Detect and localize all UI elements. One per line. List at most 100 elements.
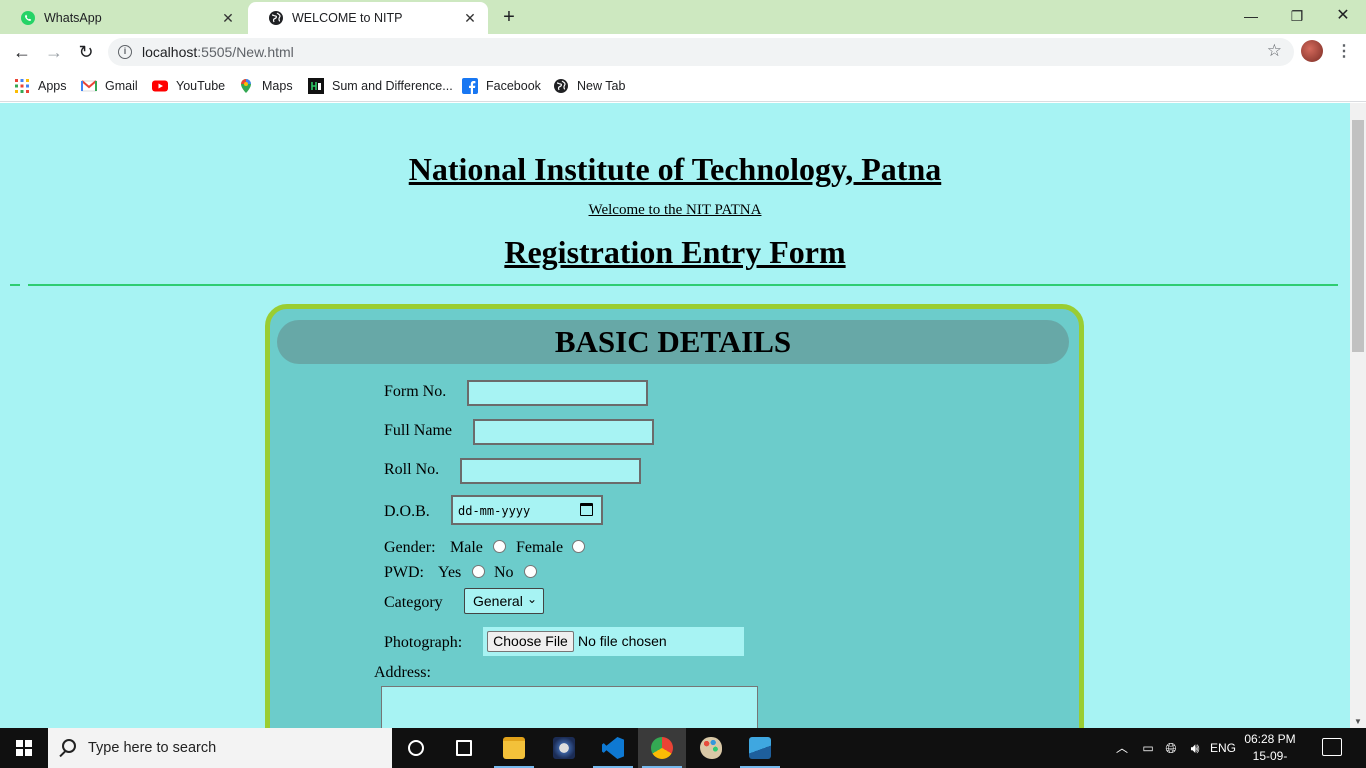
- bookmark-label: Apps: [38, 79, 67, 93]
- gender-female-radio[interactable]: [572, 540, 585, 553]
- reload-icon[interactable]: ↻: [74, 40, 98, 64]
- taskbar-photos[interactable]: [736, 728, 784, 768]
- taskbar-search-box[interactable]: Type here to search: [48, 728, 392, 768]
- tab-whatsapp[interactable]: WhatsApp ✕: [0, 2, 246, 34]
- form-title: Registration Entry Form: [504, 234, 846, 270]
- cortana-button[interactable]: [392, 728, 440, 768]
- tab-title: WELCOME to NITP: [292, 11, 403, 25]
- bookmark-sum-and-difference[interactable]: Sum and Difference...: [308, 76, 453, 96]
- full-name-input[interactable]: [473, 419, 654, 445]
- calendar-icon[interactable]: [580, 503, 593, 516]
- scrollbar-thumb[interactable]: [1352, 120, 1364, 352]
- bookmark-star-icon[interactable]: ☆: [1267, 41, 1282, 61]
- notification-center-icon[interactable]: [1322, 738, 1342, 756]
- battery-icon[interactable]: ▭: [1138, 728, 1158, 768]
- clock-date: 15-09-2020: [1252, 749, 1288, 768]
- language-indicator[interactable]: ENG: [1208, 728, 1238, 768]
- bookmark-label: Facebook: [486, 79, 541, 93]
- bookmark-label: New Tab: [577, 79, 626, 93]
- gender-male-radio[interactable]: [493, 540, 506, 553]
- task-view-icon: [456, 740, 472, 756]
- task-view-button[interactable]: [440, 728, 488, 768]
- pwd-yes-radio[interactable]: [472, 565, 485, 578]
- bookmark-maps[interactable]: Maps: [238, 76, 293, 96]
- dob-label: D.O.B.: [384, 503, 430, 520]
- network-globe-icon[interactable]: 🌐︎: [1162, 728, 1180, 768]
- folder-icon: [503, 737, 525, 759]
- address-textarea[interactable]: [381, 686, 758, 728]
- paint-palette-icon: [700, 737, 722, 759]
- search-icon-handle: [59, 750, 66, 758]
- address-bar[interactable]: i localhost:5505/New.html ☆: [108, 38, 1294, 66]
- bookmark-gmail[interactable]: Gmail: [81, 76, 138, 96]
- back-arrow-icon[interactable]: ←: [10, 40, 34, 64]
- section-title: BASIC DETAILS: [277, 320, 1069, 364]
- taskbar-clock[interactable]: 06:28 PM 15-09-2020: [1240, 731, 1300, 768]
- dob-placeholder: dd-mm-yyyy: [458, 504, 531, 518]
- roll-no-label: Roll No.: [384, 461, 440, 478]
- cortana-circle-icon: [408, 740, 424, 756]
- youtube-icon: [152, 78, 168, 94]
- taskbar-chrome[interactable]: [638, 728, 686, 768]
- globe-icon: [553, 78, 569, 94]
- page-title: National Institute of Technology, Patna: [408, 151, 942, 187]
- bookmark-youtube[interactable]: YouTube: [152, 76, 225, 96]
- photograph-file-input[interactable]: Choose File No file chosen: [483, 627, 744, 656]
- windows-logo-icon: [16, 740, 32, 756]
- taskbar-app-disk[interactable]: [540, 728, 588, 768]
- choose-file-button[interactable]: Choose File: [487, 631, 574, 652]
- minimize-window-icon[interactable]: —: [1228, 4, 1274, 28]
- volume-icon[interactable]: 🔊︎: [1186, 728, 1204, 768]
- gmail-icon: [81, 78, 97, 94]
- search-placeholder: Type here to search: [88, 740, 217, 756]
- category-selected-value: General: [473, 593, 523, 609]
- close-window-icon[interactable]: ✕: [1320, 4, 1366, 28]
- welcome-text: Welcome to the NIT PATNA: [588, 202, 762, 218]
- site-info-icon[interactable]: i: [118, 45, 132, 59]
- browser-menu-icon[interactable]: ⋮: [1336, 40, 1352, 64]
- taskbar-file-explorer[interactable]: [490, 728, 538, 768]
- chevron-down-icon: ⌄: [526, 592, 537, 606]
- taskbar-vscode[interactable]: [589, 728, 637, 768]
- tab-title: WhatsApp: [44, 11, 102, 25]
- bookmark-new-tab[interactable]: New Tab: [553, 76, 625, 96]
- pwd-no-label: No: [494, 564, 514, 581]
- show-hidden-icons-chevron-icon[interactable]: ︿: [1114, 728, 1130, 768]
- page-scrollbar[interactable]: ▼: [1350, 103, 1366, 728]
- form-no-input[interactable]: [467, 380, 648, 406]
- category-select[interactable]: General ⌄: [464, 588, 544, 614]
- facebook-icon: [462, 78, 478, 94]
- disk-app-icon: [553, 737, 575, 759]
- apps-grid-icon: [14, 78, 30, 94]
- dob-date-input[interactable]: dd-mm-yyyy: [451, 495, 603, 525]
- maps-pin-icon: [238, 78, 254, 94]
- bookmark-facebook[interactable]: Facebook: [462, 76, 541, 96]
- url-text[interactable]: localhost:5505/New.html: [142, 44, 294, 60]
- new-tab-button[interactable]: +: [498, 6, 520, 28]
- forward-arrow-icon[interactable]: →: [42, 40, 66, 64]
- pwd-no-radio[interactable]: [524, 565, 537, 578]
- browser-tab-strip: WhatsApp ✕ WELCOME to NITP ✕ + — ❐ ✕: [0, 0, 1366, 34]
- bookmarks-bar: Apps Gmail YouTube Maps Sum and Differen…: [0, 70, 1366, 102]
- basic-details-card: BASIC DETAILS Form No. Full Name Roll No…: [265, 304, 1084, 728]
- close-tab-icon[interactable]: ✕: [462, 10, 478, 26]
- url-host: localhost: [142, 44, 198, 60]
- hackerrank-icon: [308, 78, 324, 94]
- scroll-down-arrow-icon[interactable]: ▼: [1354, 717, 1362, 726]
- tab-welcome-nitp[interactable]: WELCOME to NITP ✕: [248, 2, 488, 34]
- start-button[interactable]: [0, 728, 48, 768]
- browser-toolbar: ← → ↻ i localhost:5505/New.html ☆: [0, 34, 1366, 70]
- bookmark-apps[interactable]: Apps: [14, 76, 67, 96]
- pwd-label: PWD:: [384, 564, 424, 581]
- gender-male-label: Male: [450, 539, 483, 556]
- full-name-label: Full Name: [384, 422, 452, 439]
- restore-window-icon[interactable]: ❐: [1274, 4, 1320, 28]
- roll-no-input[interactable]: [460, 458, 641, 484]
- taskbar-paint[interactable]: [687, 728, 735, 768]
- bookmark-label: YouTube: [176, 79, 226, 93]
- profile-avatar[interactable]: [1301, 40, 1323, 62]
- divider-dash: [10, 284, 20, 286]
- vscode-icon: [602, 737, 624, 759]
- chrome-icon: [651, 737, 673, 759]
- close-tab-icon[interactable]: ✕: [220, 10, 236, 26]
